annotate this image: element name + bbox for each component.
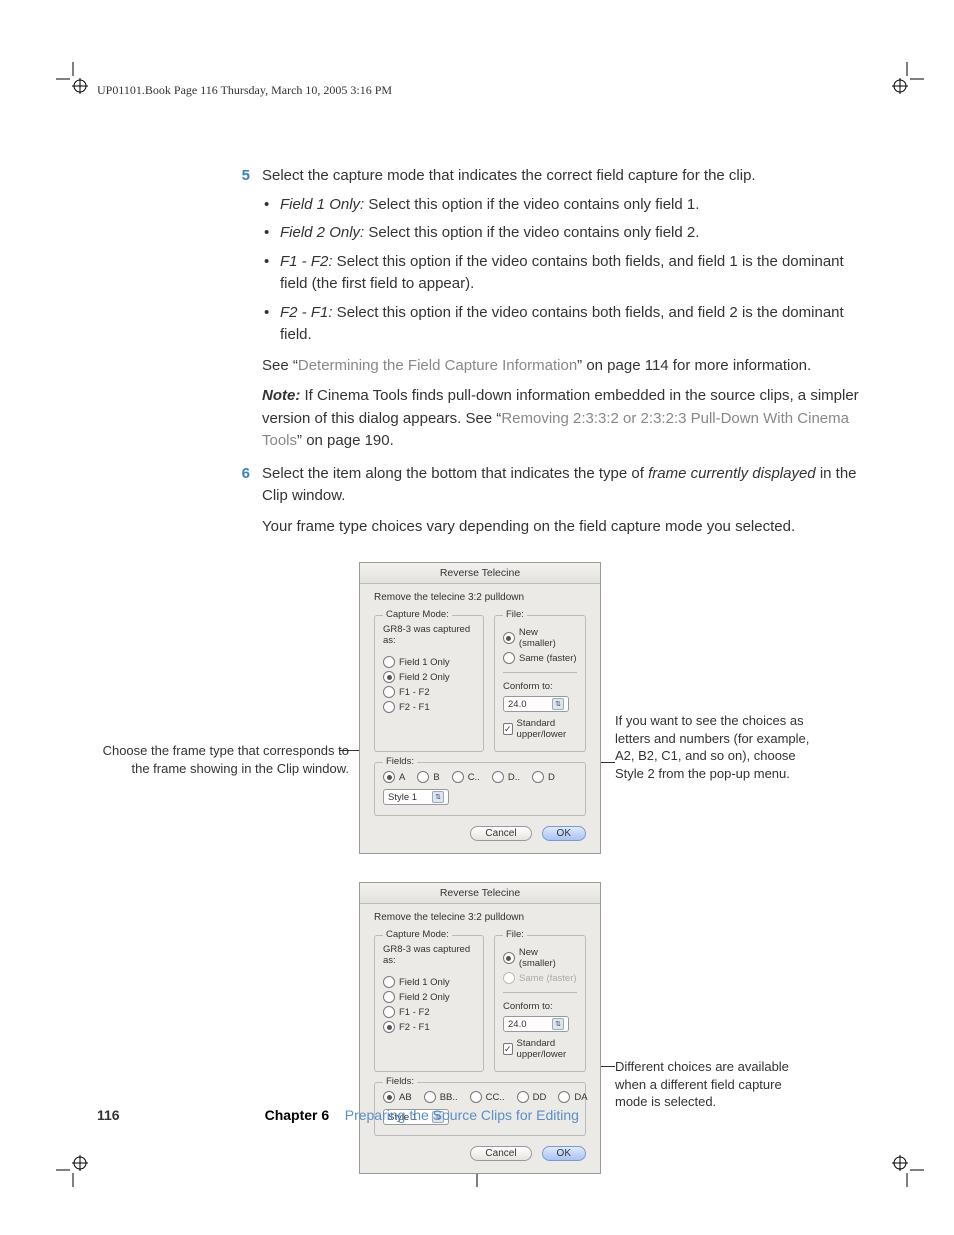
chapter-label: Chapter 6 <box>265 1107 330 1123</box>
ok-button[interactable]: OK <box>542 1146 586 1161</box>
cancel-button[interactable]: Cancel <box>470 1146 531 1161</box>
crop-mark-icon <box>56 62 90 96</box>
radio-frame-c[interactable]: C.. <box>452 771 480 783</box>
fieldset-legend: File: <box>503 609 527 620</box>
radio-field2-only[interactable]: Field 2 Only <box>383 991 475 1003</box>
dialog-title: Reverse Telecine <box>360 563 600 584</box>
radio-frame-ab[interactable]: AB <box>383 1091 412 1103</box>
fieldset-legend: Capture Mode: <box>383 609 452 620</box>
running-header: UP01101.Book Page 116 Thursday, March 10… <box>97 83 392 98</box>
radio-field2-only[interactable]: Field 2 Only <box>383 671 475 683</box>
reverse-telecine-dialog: Reverse Telecine Remove the telecine 3:2… <box>359 882 601 1174</box>
radio-new-file[interactable]: New (smaller) <box>503 627 577 649</box>
radio-frame-dd[interactable]: DD <box>517 1091 547 1103</box>
crop-mark-icon <box>56 1153 90 1187</box>
step-lead: Select the item along the bottom that in… <box>262 463 867 508</box>
crop-mark-icon <box>890 1153 924 1187</box>
chapter-title: Preparing the Source Clips for Editing <box>345 1107 579 1123</box>
stepper-icon: ⇅ <box>552 1018 564 1030</box>
callout-text: Choose the frame type that corresponds t… <box>103 743 349 776</box>
ok-button[interactable]: OK <box>542 826 586 841</box>
radio-same-file[interactable]: Same (faster) <box>503 652 577 664</box>
fieldset-legend: Fields: <box>383 756 417 767</box>
cancel-button[interactable]: Cancel <box>470 826 531 841</box>
page-number: 116 <box>97 1107 120 1123</box>
radio-f1-f2[interactable]: F1 - F2 <box>383 1006 475 1018</box>
radio-frame-da[interactable]: DA <box>558 1091 587 1103</box>
radio-new-file[interactable]: New (smaller) <box>503 947 577 969</box>
conform-label: Conform to: <box>503 1001 577 1012</box>
radio-frame-b[interactable]: B <box>417 771 439 783</box>
step-para: Your frame type choices vary depending o… <box>262 516 867 539</box>
radio-field1-only[interactable]: Field 1 Only <box>383 976 475 988</box>
note-paragraph: Note: If Cinema Tools finds pull-down in… <box>262 385 867 453</box>
reverse-telecine-dialog: Reverse Telecine Remove the telecine 3:2… <box>359 562 601 854</box>
fieldset-legend: Fields: <box>383 1076 417 1087</box>
capture-caption: GR8-3 was captured as: <box>383 944 475 966</box>
callout-text: Different choices are available when a d… <box>615 1059 789 1109</box>
radio-same-file: Same (faster) <box>503 972 577 984</box>
bullet-item: F2 - F1: Select this option if the video… <box>262 302 867 347</box>
radio-frame-bb[interactable]: BB.. <box>424 1091 458 1103</box>
stepper-icon: ⇅ <box>552 698 564 710</box>
radio-frame-a[interactable]: A <box>383 771 405 783</box>
capture-caption: GR8-3 was captured as: <box>383 624 475 646</box>
bullet-item: Field 1 Only: Select this option if the … <box>262 194 867 217</box>
step-lead: Select the capture mode that indicates t… <box>262 165 867 188</box>
cross-ref-link[interactable]: Determining the Field Capture Informatio… <box>298 357 577 374</box>
see-also: See “Determining the Field Capture Infor… <box>262 355 867 378</box>
radio-field1-only[interactable]: Field 1 Only <box>383 656 475 668</box>
crop-mark-icon <box>890 62 924 96</box>
style-select[interactable]: Style 1⇅ <box>383 789 449 805</box>
bullet-item: Field 2 Only: Select this option if the … <box>262 222 867 245</box>
bullet-item: F1 - F2: Select this option if the video… <box>262 251 867 296</box>
conform-select[interactable]: 24.0⇅ <box>503 696 569 712</box>
checkbox-standard-upper-lower[interactable]: Standard upper/lower <box>503 1038 577 1060</box>
callout-text: If you want to see the choices as letter… <box>615 713 809 781</box>
checkbox-standard-upper-lower[interactable]: Standard upper/lower <box>503 718 577 740</box>
conform-select[interactable]: 24.0⇅ <box>503 1016 569 1032</box>
radio-frame-d1[interactable]: D.. <box>492 771 520 783</box>
conform-label: Conform to: <box>503 681 577 692</box>
radio-f2-f1[interactable]: F2 - F1 <box>383 701 475 713</box>
radio-f2-f1[interactable]: F2 - F1 <box>383 1021 475 1033</box>
step-number: 6 <box>97 463 262 539</box>
dialog-title: Reverse Telecine <box>360 883 600 904</box>
radio-f1-f2[interactable]: F1 - F2 <box>383 686 475 698</box>
step-number: 5 <box>97 165 262 453</box>
dialog-subtitle: Remove the telecine 3:2 pulldown <box>360 904 600 927</box>
fieldset-legend: File: <box>503 929 527 940</box>
radio-frame-d2[interactable]: D <box>532 771 555 783</box>
dropdown-icon: ⇅ <box>432 791 444 803</box>
fieldset-legend: Capture Mode: <box>383 929 452 940</box>
dialog-subtitle: Remove the telecine 3:2 pulldown <box>360 584 600 607</box>
radio-frame-cc[interactable]: CC.. <box>470 1091 505 1103</box>
